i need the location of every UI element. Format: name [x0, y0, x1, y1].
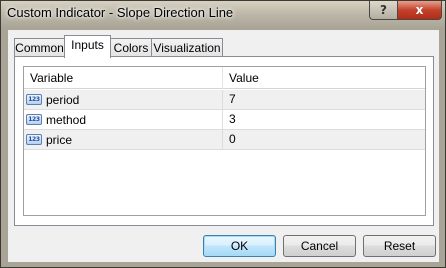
variable-cell[interactable]: 123 method	[26, 110, 86, 129]
close-button[interactable]: x	[397, 1, 442, 20]
inputs-tab-panel: Variable Value 123 period 7 123 method 3…	[14, 56, 434, 226]
value-cell[interactable]: 3	[229, 110, 236, 129]
table-row[interactable]: 123 period 7	[24, 90, 425, 110]
reset-button[interactable]: Reset	[363, 235, 436, 257]
tab-visualization[interactable]: Visualization	[151, 38, 223, 57]
tab-colors[interactable]: Colors	[110, 38, 152, 57]
column-divider	[222, 90, 223, 110]
variable-cell[interactable]: 123 period	[26, 90, 79, 109]
table-row[interactable]: 123 method 3	[24, 110, 425, 130]
help-icon: ?	[380, 3, 387, 17]
tab-inputs[interactable]: Inputs	[64, 35, 111, 58]
tab-common[interactable]: Common	[14, 38, 65, 57]
value-cell[interactable]: 0	[229, 130, 236, 149]
inputs-grid: Variable Value 123 period 7 123 method 3…	[23, 66, 426, 216]
dialog-window: Custom Indicator - Slope Direction Line …	[0, 0, 446, 268]
numeric-123-icon: 123	[26, 114, 42, 125]
column-header-value[interactable]: Value	[223, 67, 259, 89]
value-cell[interactable]: 7	[229, 90, 236, 109]
ok-button[interactable]: OK	[203, 235, 276, 257]
variable-cell[interactable]: 123 price	[26, 130, 72, 149]
window-title: Custom Indicator - Slope Direction Line	[7, 5, 234, 20]
column-header-variable[interactable]: Variable	[24, 67, 73, 89]
cancel-button[interactable]: Cancel	[283, 235, 356, 257]
table-row[interactable]: 123 price 0	[24, 130, 425, 150]
column-divider	[222, 110, 223, 130]
dialog-client-area: Common Inputs Colors Visualization Varia…	[8, 30, 439, 262]
variable-name: method	[46, 112, 87, 127]
close-icon: x	[415, 3, 424, 17]
variable-name: period	[46, 92, 80, 107]
title-bar[interactable]: Custom Indicator - Slope Direction Line …	[1, 1, 445, 29]
variable-name: price	[46, 132, 73, 147]
grid-header: Variable Value	[24, 67, 425, 89]
numeric-123-icon: 123	[26, 94, 42, 105]
numeric-123-icon: 123	[26, 134, 42, 145]
column-divider	[222, 130, 223, 150]
help-button[interactable]: ?	[369, 1, 398, 20]
